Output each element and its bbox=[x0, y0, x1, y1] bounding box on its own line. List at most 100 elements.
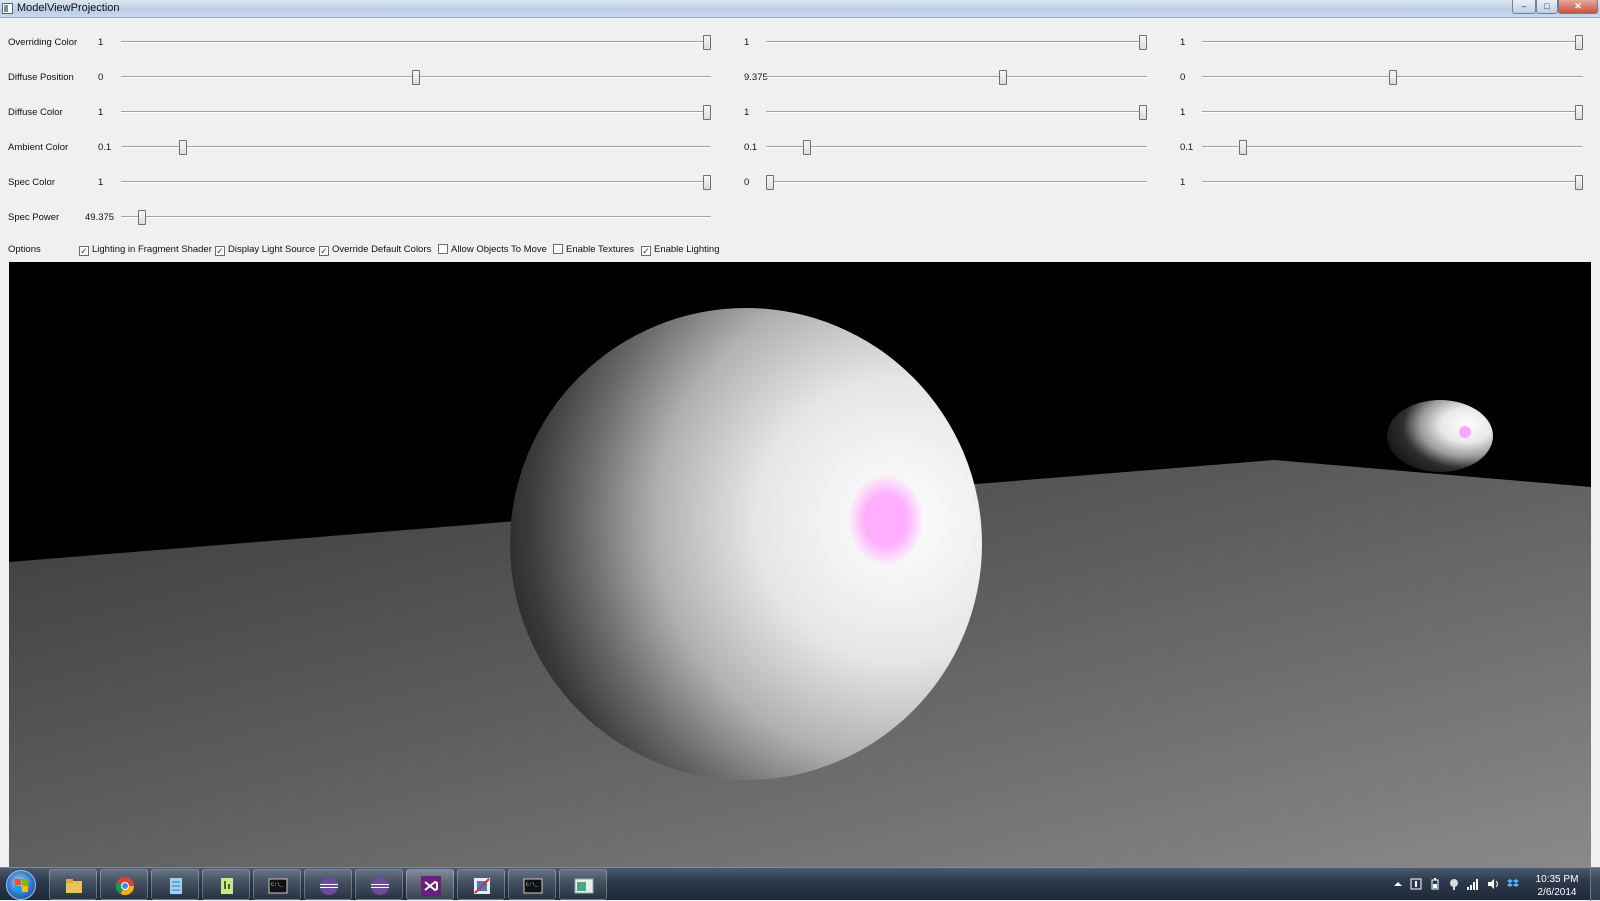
slider[interactable] bbox=[121, 175, 711, 190]
slider-thumb[interactable] bbox=[138, 210, 147, 225]
slider[interactable] bbox=[766, 70, 1147, 85]
slider-thumb[interactable] bbox=[412, 70, 420, 85]
show-desktop-button[interactable] bbox=[1590, 868, 1600, 901]
clock-date: 2/6/2014 bbox=[1537, 887, 1577, 898]
checkbox-label: Enable Lighting bbox=[654, 244, 720, 255]
console-icon: C:\_ bbox=[523, 876, 543, 896]
slider-thumb[interactable] bbox=[803, 140, 812, 155]
slider-track[interactable] bbox=[766, 146, 1147, 148]
slider[interactable] bbox=[766, 140, 1147, 155]
signal-icon[interactable] bbox=[1467, 877, 1479, 890]
app-window-icon bbox=[574, 876, 594, 896]
checkbox-enable-lighting[interactable]: ✓ Enable Lighting bbox=[641, 244, 720, 256]
checkbox-label: Display Light Source bbox=[228, 244, 316, 255]
slider-thumb[interactable] bbox=[1575, 35, 1583, 50]
slider-thumb[interactable] bbox=[179, 140, 188, 155]
taskbar-button-eclipse[interactable] bbox=[355, 869, 403, 900]
taskbar-button-notepad[interactable] bbox=[151, 869, 199, 900]
opengl-viewport[interactable] bbox=[9, 262, 1591, 867]
checkmark-icon[interactable]: ✓ bbox=[79, 246, 89, 256]
taskbar-button-notepad-plus[interactable] bbox=[202, 869, 250, 900]
row-label-spec-power: Spec Power bbox=[8, 212, 60, 223]
slider[interactable] bbox=[1202, 140, 1583, 155]
checkbox-label: Allow Objects To Move bbox=[451, 244, 547, 255]
checkbox-allow-objects-to-move[interactable]: Allow Objects To Move bbox=[438, 244, 547, 255]
taskbar-button-chrome[interactable] bbox=[100, 869, 148, 900]
row-label-overriding-color: Overriding Color bbox=[8, 37, 78, 48]
slider[interactable] bbox=[121, 70, 711, 85]
keyboard-layout-icon[interactable] bbox=[1410, 877, 1422, 890]
row-label-diffuse-position: Diffuse Position bbox=[8, 72, 74, 83]
slider-track[interactable] bbox=[1202, 181, 1583, 183]
slider-track[interactable] bbox=[766, 76, 1147, 78]
checkmark-icon[interactable]: ✓ bbox=[215, 246, 225, 256]
close-button[interactable]: ✕ bbox=[1558, 0, 1598, 14]
show-hidden-icons-icon[interactable] bbox=[1392, 877, 1404, 889]
taskbar-button-console[interactable]: C:\_ bbox=[508, 869, 556, 900]
slider-track[interactable] bbox=[121, 41, 711, 43]
slider-thumb[interactable] bbox=[1139, 35, 1147, 50]
row-label-spec-color: Spec Color bbox=[8, 177, 55, 188]
slider[interactable] bbox=[1202, 105, 1583, 120]
slider-thumb[interactable] bbox=[1575, 175, 1583, 190]
taskbar-button-eclipse[interactable] bbox=[304, 869, 352, 900]
slider-thumb[interactable] bbox=[703, 35, 711, 50]
row-label-ambient-color: Ambient Color bbox=[8, 142, 69, 153]
checkbox-override-default-colors[interactable]: ✓ Override Default Colors bbox=[319, 244, 431, 256]
slider-thumb[interactable] bbox=[703, 175, 711, 190]
clock[interactable]: 10:35 PM 2/6/2014 bbox=[1528, 873, 1586, 899]
app-icon[interactable] bbox=[2, 3, 13, 14]
checkbox-lighting-in-fragment-shader[interactable]: ✓ Lighting in Fragment Shader bbox=[79, 244, 212, 256]
slider[interactable] bbox=[766, 105, 1147, 120]
taskbar-button-visual-studio[interactable] bbox=[406, 869, 454, 900]
start-button[interactable] bbox=[6, 870, 36, 900]
slider-thumb[interactable] bbox=[999, 70, 1008, 85]
slider-track[interactable] bbox=[121, 111, 711, 113]
slider[interactable] bbox=[1202, 70, 1583, 85]
taskbar-button-app-window[interactable] bbox=[559, 869, 607, 900]
taskbar-button-console[interactable]: C:\_ bbox=[253, 869, 301, 900]
checkmark-icon[interactable]: ✓ bbox=[319, 246, 329, 256]
slider-track[interactable] bbox=[121, 181, 711, 183]
slider[interactable] bbox=[766, 175, 1147, 190]
volume-icon[interactable] bbox=[1487, 877, 1499, 889]
slider-thumb[interactable] bbox=[1575, 105, 1583, 120]
maximize-button[interactable]: □ bbox=[1536, 0, 1558, 14]
slider[interactable] bbox=[1202, 35, 1583, 50]
slider[interactable] bbox=[766, 35, 1147, 50]
slider-track[interactable] bbox=[1202, 41, 1583, 43]
slider-track[interactable] bbox=[766, 181, 1147, 183]
checkbox-empty-icon[interactable] bbox=[553, 244, 563, 254]
checkbox-empty-icon[interactable] bbox=[438, 244, 448, 254]
slider-track[interactable] bbox=[1202, 111, 1583, 113]
taskbar-button-file-explorer[interactable] bbox=[49, 869, 97, 900]
checkmark-icon[interactable]: ✓ bbox=[641, 246, 651, 256]
slider[interactable] bbox=[121, 140, 711, 155]
controls-panel: Overriding Color 1 1 1 Diffuse Position 0 9.37… bbox=[0, 18, 1600, 261]
light-source-sphere bbox=[1387, 400, 1493, 472]
slider[interactable] bbox=[121, 105, 711, 120]
slider-thumb[interactable] bbox=[1388, 70, 1397, 85]
taskbar-button-paint[interactable] bbox=[457, 869, 505, 900]
slider-thumb[interactable] bbox=[703, 105, 711, 120]
dropbox-icon[interactable] bbox=[1507, 877, 1519, 889]
slider[interactable] bbox=[1202, 175, 1583, 190]
slider[interactable] bbox=[121, 210, 711, 225]
slider-track[interactable] bbox=[121, 216, 711, 218]
battery-icon[interactable] bbox=[1429, 877, 1441, 890]
slider-track[interactable] bbox=[1202, 146, 1583, 148]
slider-track[interactable] bbox=[766, 111, 1147, 113]
slider-thumb[interactable] bbox=[1139, 105, 1147, 120]
minimize-button[interactable]: – bbox=[1512, 0, 1536, 14]
slider-thumb[interactable] bbox=[1239, 140, 1248, 155]
console-icon: C:\_ bbox=[268, 876, 288, 896]
network-activity-icon[interactable] bbox=[1448, 877, 1460, 890]
light-source-highlight bbox=[1459, 426, 1471, 438]
slider-track[interactable] bbox=[766, 41, 1147, 43]
slider-thumb[interactable] bbox=[766, 175, 774, 190]
checkbox-display-light-source[interactable]: ✓ Display Light Source bbox=[215, 244, 315, 256]
slider[interactable] bbox=[121, 35, 711, 50]
slider-track[interactable] bbox=[121, 146, 711, 148]
checkbox-enable-textures[interactable]: Enable Textures bbox=[553, 244, 634, 255]
visual-studio-icon bbox=[421, 876, 441, 896]
